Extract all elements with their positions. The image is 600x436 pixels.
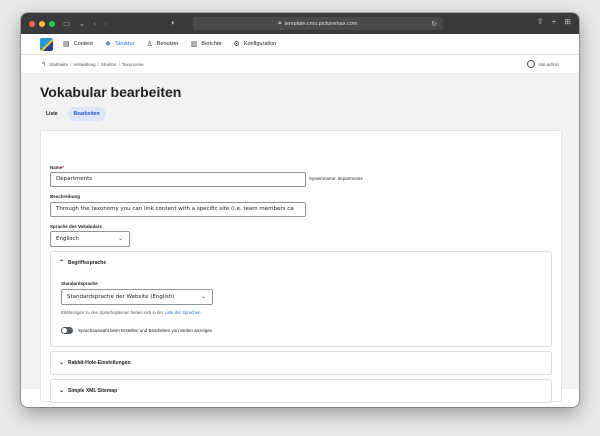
breadcrumb-separator: / bbox=[118, 61, 120, 67]
breadcrumb-item-struktur[interactable]: Struktur bbox=[101, 62, 117, 67]
default-language-value: Standardsprache der Website (English) bbox=[67, 294, 175, 300]
user-avatar-icon bbox=[527, 60, 536, 68]
rabbit-hole-summary[interactable]: ⌄ Rabbit-Hole-Einstellungen bbox=[59, 359, 131, 367]
chevron-down-icon[interactable]: ⌄ bbox=[79, 19, 86, 28]
sidebar-toggle-icon[interactable]: ▭ bbox=[63, 19, 71, 28]
sitemap-details[interactable]: ⌄ Simple XML Sitemap bbox=[50, 379, 552, 403]
toolbar-item-label: Konfiguration bbox=[243, 41, 277, 47]
site-logo[interactable] bbox=[40, 37, 53, 51]
chevron-up-icon: ⌃ bbox=[59, 260, 65, 266]
reload-icon[interactable]: ↻ bbox=[431, 20, 437, 28]
chevron-down-icon: ⌄ bbox=[117, 235, 123, 242]
new-tab-icon[interactable]: + bbox=[552, 17, 557, 26]
breadcrumb: ↰ Startseite / Verwaltung / Struktur / T… bbox=[21, 55, 579, 74]
vocabulary-language-select[interactable]: Englisch ⌄ bbox=[50, 231, 130, 247]
chevron-down-icon: ⌄ bbox=[59, 360, 65, 366]
toolbar-item-benutzer[interactable]: ♙ Benutzer bbox=[146, 40, 178, 48]
forward-arrow-icon[interactable]: › bbox=[104, 19, 107, 28]
default-language-select[interactable]: Standardsprache der Website (English) ⌄ bbox=[61, 289, 213, 305]
toolbar-item-content[interactable]: ▤ Content bbox=[63, 40, 93, 48]
user-icon: ♙ bbox=[146, 41, 153, 48]
language-selector-toggle[interactable] bbox=[61, 327, 73, 334]
name-input[interactable]: Departments bbox=[50, 172, 306, 187]
term-language-summary[interactable]: ⌃ Begriffssprache bbox=[59, 259, 107, 267]
browser-actions: ⇪ + ⊞ bbox=[537, 17, 571, 26]
sitemap-title: Simple XML Sitemap bbox=[68, 387, 118, 394]
local-tasks-tabs: Liste Bearbeiten bbox=[40, 107, 106, 121]
default-language-label: Standardsprache bbox=[61, 281, 98, 286]
required-marker: * bbox=[62, 165, 65, 170]
language-hint-text: Erklärungen zu den Sprachoptionen finden… bbox=[61, 310, 164, 315]
toolbar-item-label: Struktur bbox=[115, 41, 135, 47]
back-arrow-icon[interactable]: ‹ bbox=[93, 19, 96, 28]
gear-icon: ⚙ bbox=[233, 41, 240, 48]
document-icon: ▤ bbox=[63, 41, 70, 48]
address-bar[interactable]: 🔒︎ template.cms.picturemax.com ↻ bbox=[193, 17, 443, 30]
admin-toolbar: ▤ Content ❖ Struktur ♙ Benutzer ▥ Berich… bbox=[21, 34, 579, 55]
language-selector-toggle-label: Sprachauswahl beim Erstellen und Bearbei… bbox=[78, 328, 213, 333]
machine-name: Systemname: departments bbox=[309, 176, 363, 181]
browser-window: ▭ ⌄ ‹ › ◐ 🔒︎ template.cms.picturemax.com… bbox=[21, 13, 579, 407]
term-language-details: ⌃ Begriffssprache Standardsprache Standa… bbox=[50, 251, 552, 347]
tab-overview-icon[interactable]: ⊞ bbox=[564, 17, 571, 26]
share-icon[interactable]: ⇪ bbox=[537, 17, 544, 26]
breadcrumb-separator: / bbox=[97, 61, 99, 67]
browser-chrome: ▭ ⌄ ‹ › ◐ 🔒︎ template.cms.picturemax.com… bbox=[21, 13, 579, 34]
privacy-shield-icon[interactable]: ◐ bbox=[171, 18, 176, 27]
page-content: Vokabular bearbeiten Liste Bearbeiten Na… bbox=[21, 74, 579, 403]
back-arrow-icon[interactable]: ↰ bbox=[41, 61, 46, 68]
tab-liste[interactable]: Liste bbox=[40, 107, 64, 121]
breadcrumb-item-taxonomie[interactable]: Taxonomie bbox=[122, 62, 144, 67]
minimize-window-button[interactable] bbox=[39, 20, 45, 27]
tab-bearbeiten[interactable]: Bearbeiten bbox=[67, 107, 106, 121]
user-name: site.admin bbox=[538, 61, 559, 67]
language-hint: Erklärungen zu den Sprachoptionen finden… bbox=[61, 310, 202, 315]
name-label: Name* bbox=[50, 165, 64, 170]
chevron-down-icon: ⌄ bbox=[59, 388, 65, 394]
name-label-text: Name bbox=[50, 165, 63, 170]
page-title: Vokabular bearbeiten bbox=[40, 84, 182, 100]
breadcrumb-item-startseite[interactable]: Startseite bbox=[49, 62, 68, 67]
vocabulary-form: Name* Departments Systemname: department… bbox=[40, 130, 562, 403]
close-window-button[interactable] bbox=[29, 20, 35, 27]
languages-list-link[interactable]: Liste der Sprachen. bbox=[164, 310, 201, 315]
breadcrumb-separator: / bbox=[70, 61, 72, 67]
toolbar-item-konfiguration[interactable]: ⚙ Konfiguration bbox=[234, 40, 277, 48]
toolbar-item-struktur[interactable]: ❖ Struktur bbox=[105, 40, 135, 48]
chevron-down-icon: ⌄ bbox=[200, 293, 206, 300]
toolbar-item-label: Benutzer bbox=[156, 41, 179, 47]
toolbar-item-label: Berichte bbox=[201, 41, 222, 47]
vocabulary-language-label: Sprache des Vokabulars bbox=[50, 224, 102, 229]
sitemap-summary[interactable]: ⌄ Simple XML Sitemap bbox=[59, 387, 118, 395]
description-label: Beschreibung bbox=[50, 194, 81, 199]
term-language-title: Begriffssprache bbox=[68, 259, 107, 266]
toolbar-item-berichte[interactable]: ▥ Berichte bbox=[191, 40, 222, 48]
description-input[interactable]: Through the taxonomy you can link conten… bbox=[50, 202, 306, 217]
chart-icon: ▥ bbox=[190, 41, 198, 48]
user-menu[interactable]: site.admin bbox=[527, 60, 559, 68]
structure-icon: ❖ bbox=[104, 41, 112, 48]
toolbar-item-label: Content bbox=[73, 41, 93, 47]
breadcrumb-item-verwaltung[interactable]: Verwaltung bbox=[73, 62, 95, 67]
window-controls bbox=[29, 20, 55, 27]
vocabulary-language-value: Englisch bbox=[56, 236, 79, 242]
lock-icon: 🔒︎ bbox=[278, 20, 282, 26]
rabbit-hole-title: Rabbit-Hole-Einstellungen bbox=[68, 359, 131, 366]
rabbit-hole-details[interactable]: ⌄ Rabbit-Hole-Einstellungen bbox=[50, 351, 552, 375]
url-text: template.cms.picturemax.com bbox=[284, 20, 358, 27]
maximize-window-button[interactable] bbox=[49, 20, 55, 27]
